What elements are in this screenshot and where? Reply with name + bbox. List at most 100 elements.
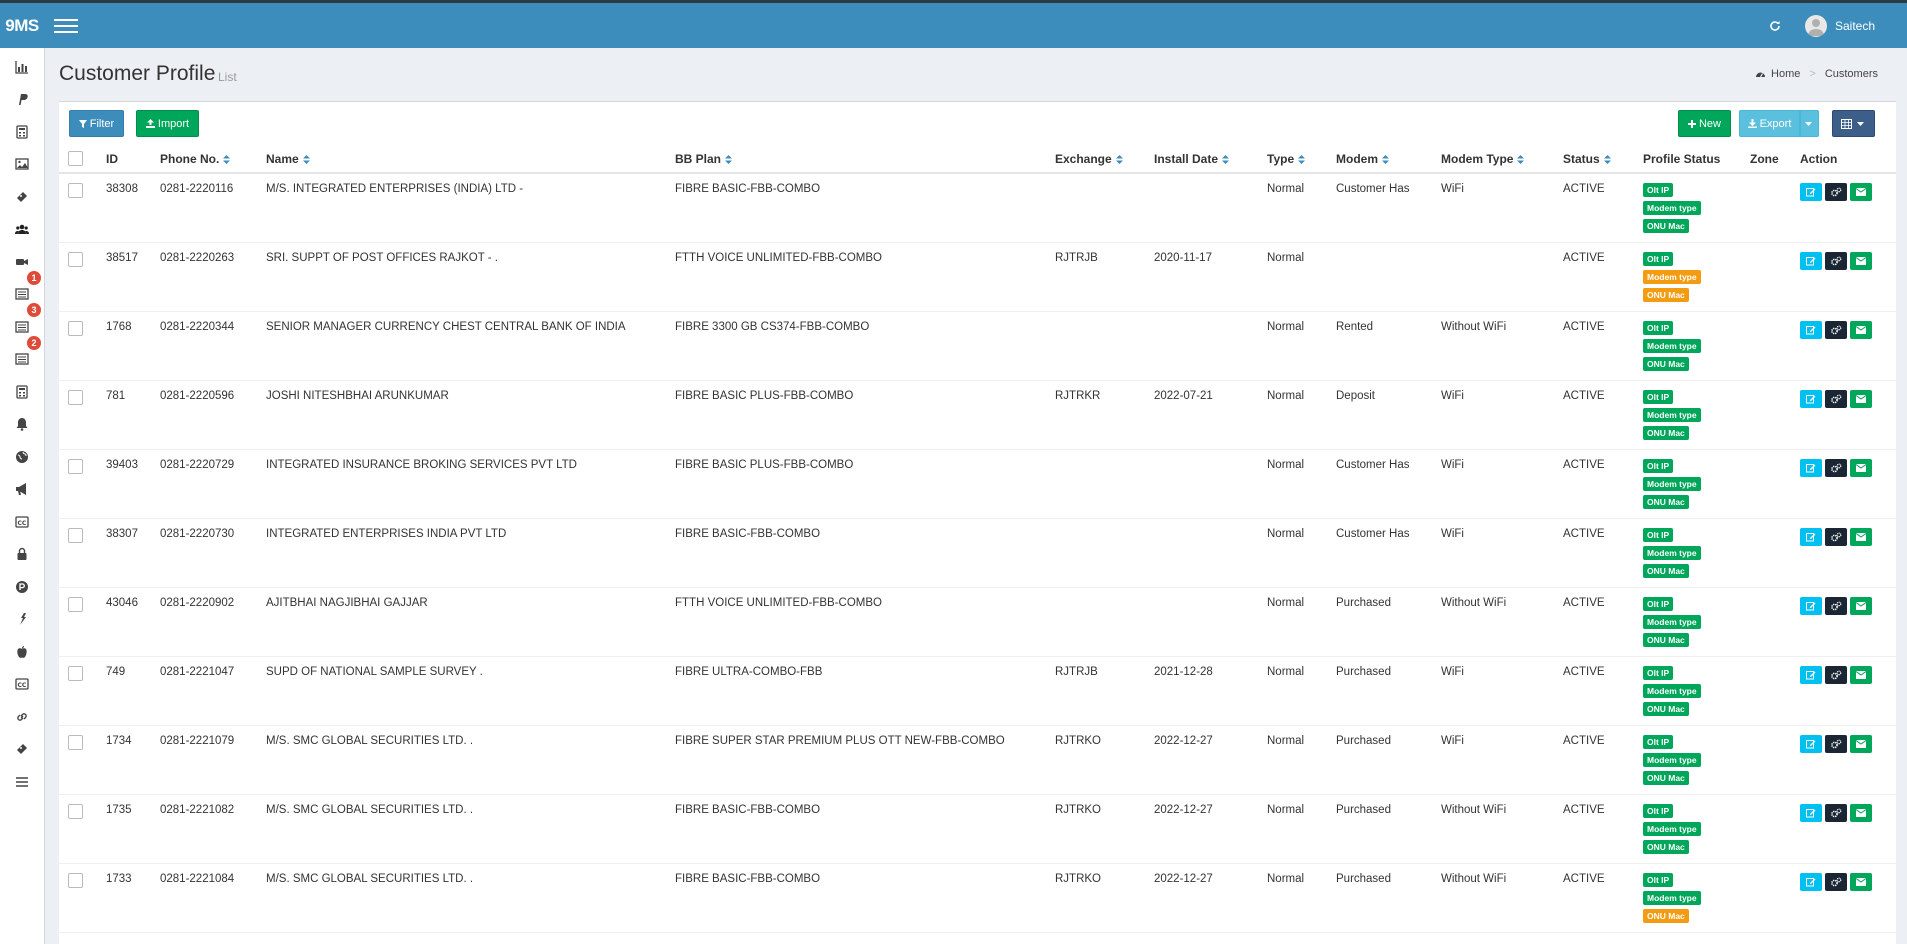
filter-button[interactable]: Filter	[69, 110, 124, 137]
col-type[interactable]: Type	[1267, 146, 1336, 174]
envelope-icon[interactable]	[1850, 872, 1872, 891]
brand-logo[interactable]: 9MS	[0, 16, 44, 36]
breadcrumb-home[interactable]: Home	[1771, 68, 1800, 80]
col-install-date[interactable]: Install Date	[1154, 146, 1267, 174]
select-all-checkbox[interactable]	[68, 150, 83, 166]
image-icon[interactable]	[13, 156, 31, 172]
row-checkbox[interactable]	[68, 251, 83, 267]
edit-icon[interactable]	[1800, 251, 1822, 270]
ticket-icon[interactable]	[13, 741, 31, 757]
row-checkbox[interactable]	[68, 596, 83, 612]
envelope-icon[interactable]	[1850, 389, 1872, 408]
envelope-icon[interactable]	[1850, 183, 1872, 201]
cell-exchange: RJTRJB	[1055, 242, 1154, 312]
row-checkbox[interactable]	[68, 458, 83, 474]
row-checkbox[interactable]	[68, 183, 83, 198]
row-checkbox[interactable]	[68, 734, 83, 750]
refresh-icon[interactable]	[1765, 16, 1785, 36]
row-checkbox[interactable]	[68, 665, 83, 681]
row-checkbox[interactable]	[68, 320, 83, 336]
cc-icon[interactable]: CC	[13, 514, 31, 530]
edit-icon[interactable]	[1800, 803, 1822, 822]
col-bb-plan[interactable]: BB Plan	[675, 146, 1055, 174]
gears-icon[interactable]	[1825, 527, 1847, 546]
envelope-icon[interactable]	[1850, 527, 1872, 546]
envelope-icon[interactable]	[1850, 251, 1872, 270]
col-name[interactable]: Name	[266, 146, 675, 174]
gears-icon[interactable]	[1825, 665, 1847, 684]
cell-action	[1800, 587, 1896, 657]
row-checkbox[interactable]	[68, 872, 83, 888]
edit-icon[interactable]	[1800, 527, 1822, 546]
cell-install-date: 2021-12-28	[1154, 656, 1267, 726]
gears-icon[interactable]	[1825, 389, 1847, 408]
import-button[interactable]: Import	[136, 110, 199, 137]
col-status[interactable]: Status	[1563, 146, 1643, 174]
bell-icon[interactable]	[13, 416, 31, 432]
gears-icon[interactable]	[1825, 596, 1847, 615]
envelope-icon[interactable]	[1850, 734, 1872, 753]
list-icon[interactable]	[13, 774, 31, 790]
gears-icon[interactable]	[1825, 803, 1847, 822]
edit-icon[interactable]	[1800, 458, 1822, 477]
new-button[interactable]: New	[1678, 110, 1731, 137]
edit-icon[interactable]	[1800, 320, 1822, 339]
edit-icon[interactable]	[1800, 872, 1822, 891]
envelope-icon[interactable]	[1850, 665, 1872, 684]
gears-icon[interactable]	[1825, 458, 1847, 477]
lock-icon[interactable]	[13, 546, 31, 562]
bar-chart-icon[interactable]	[13, 59, 31, 75]
cell-action	[1800, 380, 1896, 450]
row-checkbox[interactable]	[68, 803, 83, 819]
sort-icon	[1115, 155, 1123, 165]
calculator-icon[interactable]	[13, 384, 31, 400]
video-camera-icon[interactable]	[13, 254, 31, 270]
sidebar-toggle-icon[interactable]	[54, 18, 78, 33]
cell-zone	[1750, 725, 1800, 795]
sidebar: 1 3 2 CC CC	[0, 48, 45, 944]
ticket-icon[interactable]	[13, 189, 31, 205]
page-subtitle: List	[218, 70, 237, 84]
row-checkbox[interactable]	[68, 527, 83, 543]
envelope-icon[interactable]	[1850, 320, 1872, 339]
gears-icon[interactable]	[1825, 320, 1847, 339]
edit-icon[interactable]	[1800, 183, 1822, 201]
calculator-icon[interactable]	[13, 124, 31, 140]
col-exchange[interactable]: Exchange	[1055, 146, 1154, 174]
envelope-icon[interactable]	[1850, 458, 1872, 477]
edit-icon[interactable]	[1800, 389, 1822, 408]
columns-toggle-button[interactable]	[1832, 110, 1875, 137]
cell-action	[1800, 656, 1896, 726]
edit-icon[interactable]	[1800, 596, 1822, 615]
cell-status: ACTIVE	[1563, 863, 1643, 933]
globe-icon[interactable]	[13, 449, 31, 465]
cell-id: 1735	[106, 794, 160, 864]
users-icon[interactable]	[13, 221, 31, 237]
col-phone[interactable]: Phone No.	[160, 146, 266, 174]
cc-icon[interactable]: CC	[13, 676, 31, 692]
apple-icon[interactable]	[13, 644, 31, 660]
list-icon[interactable]	[13, 286, 31, 302]
cell-modem	[1336, 242, 1441, 312]
row-checkbox[interactable]	[68, 389, 83, 405]
col-modem[interactable]: Modem	[1336, 146, 1441, 174]
plug-icon[interactable]	[13, 611, 31, 627]
list-icon[interactable]	[13, 351, 31, 367]
edit-icon[interactable]	[1800, 665, 1822, 684]
paypal-icon[interactable]	[13, 91, 31, 107]
gears-icon[interactable]	[1825, 183, 1847, 201]
col-modem-type[interactable]: Modem Type	[1441, 146, 1563, 174]
envelope-icon[interactable]	[1850, 596, 1872, 615]
export-button[interactable]: Export	[1739, 110, 1800, 137]
product-hunt-icon[interactable]	[13, 579, 31, 595]
link-icon[interactable]	[13, 709, 31, 725]
export-dropdown-button[interactable]	[1800, 110, 1819, 137]
list-icon[interactable]	[13, 319, 31, 335]
gears-icon[interactable]	[1825, 251, 1847, 270]
user-menu[interactable]: Saitech	[1804, 14, 1875, 37]
gears-icon[interactable]	[1825, 734, 1847, 753]
gears-icon[interactable]	[1825, 872, 1847, 891]
bullhorn-icon[interactable]	[13, 481, 31, 497]
envelope-icon[interactable]	[1850, 803, 1872, 822]
edit-icon[interactable]	[1800, 734, 1822, 753]
